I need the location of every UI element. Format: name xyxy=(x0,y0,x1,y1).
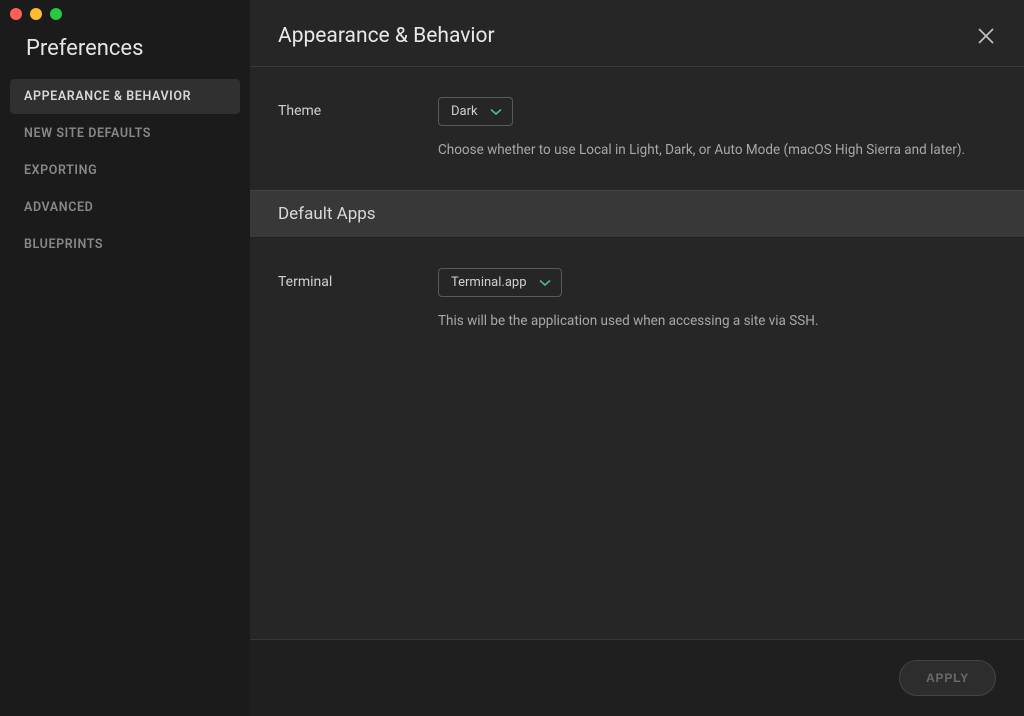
main-panel: Appearance & Behavior Theme Dark xyxy=(250,0,1024,716)
main-header: Appearance & Behavior xyxy=(250,0,1024,67)
terminal-select-value: Terminal.app xyxy=(451,275,527,290)
theme-select[interactable]: Dark xyxy=(438,97,513,126)
setting-row-theme: Theme Dark Choose whether to use Local i… xyxy=(250,67,1024,160)
sidebar-item-label: Appearance & Behavior xyxy=(24,89,191,104)
terminal-label: Terminal xyxy=(278,268,438,290)
sidebar-title: Preferences xyxy=(0,28,250,79)
sidebar-item-label: Blueprints xyxy=(24,237,103,252)
sidebar-item-label: New Site Defaults xyxy=(24,126,151,141)
page-title: Appearance & Behavior xyxy=(278,24,495,48)
sidebar-item-exporting[interactable]: Exporting xyxy=(10,153,240,188)
theme-description: Choose whether to use Local in Light, Da… xyxy=(438,140,996,160)
footer: Apply xyxy=(250,639,1024,716)
chevron-down-icon xyxy=(490,108,502,116)
sidebar-item-label: Exporting xyxy=(24,163,97,178)
sidebar-item-label: Advanced xyxy=(24,200,93,215)
sidebar-item-blueprints[interactable]: Blueprints xyxy=(10,227,240,262)
content-area: Theme Dark Choose whether to use Local i… xyxy=(250,67,1024,639)
theme-control: Dark Choose whether to use Local in Ligh… xyxy=(438,97,996,160)
setting-row-terminal: Terminal Terminal.app This will be the a… xyxy=(250,238,1024,331)
close-icon[interactable] xyxy=(976,26,996,46)
sidebar-items: Appearance & Behavior New Site Defaults … xyxy=(0,79,250,262)
sidebar-item-appearance-behavior[interactable]: Appearance & Behavior xyxy=(10,79,240,114)
chevron-down-icon xyxy=(539,279,551,287)
window-close-button[interactable] xyxy=(10,8,22,20)
window-controls xyxy=(10,8,62,20)
terminal-control: Terminal.app This will be the applicatio… xyxy=(438,268,996,331)
sidebar-item-new-site-defaults[interactable]: New Site Defaults xyxy=(10,116,240,151)
theme-label: Theme xyxy=(278,97,438,119)
terminal-select[interactable]: Terminal.app xyxy=(438,268,562,297)
window-maximize-button[interactable] xyxy=(50,8,62,20)
theme-select-value: Dark xyxy=(451,104,478,119)
sidebar: Preferences Appearance & Behavior New Si… xyxy=(0,0,250,716)
apply-button[interactable]: Apply xyxy=(899,660,996,696)
terminal-description: This will be the application used when a… xyxy=(438,311,996,331)
window-minimize-button[interactable] xyxy=(30,8,42,20)
section-header-default-apps: Default Apps xyxy=(250,190,1024,238)
sidebar-item-advanced[interactable]: Advanced xyxy=(10,190,240,225)
